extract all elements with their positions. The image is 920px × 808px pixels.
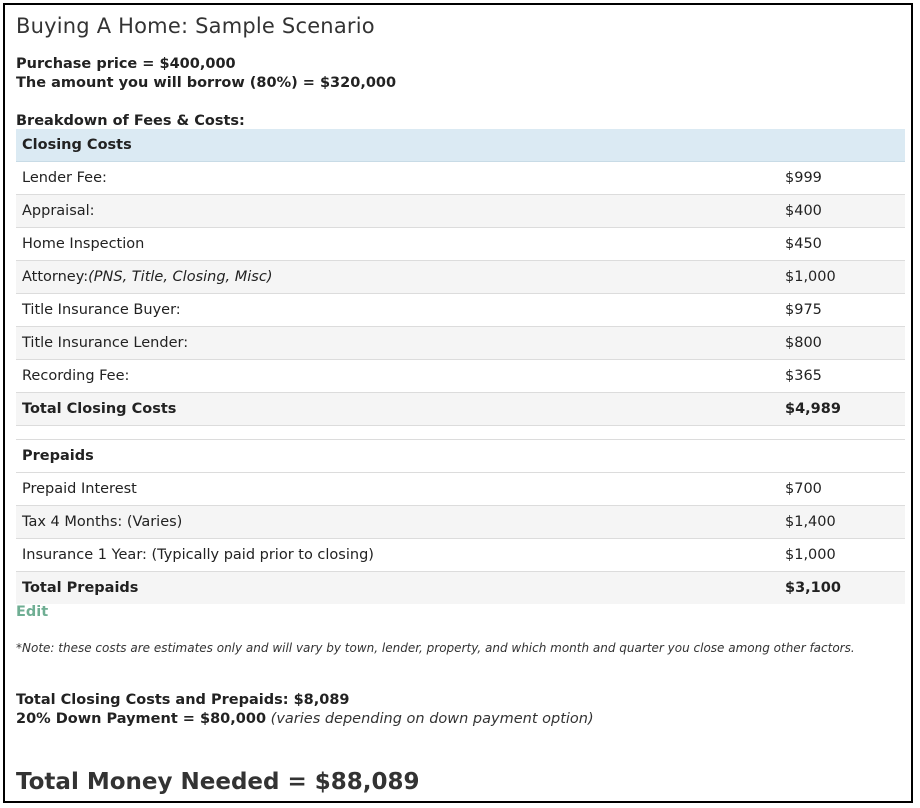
row-amount: $999 [779, 161, 905, 195]
row-amount: $1,000 [779, 260, 905, 294]
row-amount: $975 [779, 293, 905, 327]
row-amount: $700 [779, 472, 905, 506]
row-label: Insurance 1 Year: (Typically paid prior … [16, 538, 779, 572]
closing-costs-header: Closing Costs [16, 129, 905, 162]
total-label: Total Closing Costs [16, 392, 779, 426]
row-label: Attorney: [22, 269, 89, 285]
purchase-price-line: Purchase price = $400,000 [16, 56, 236, 72]
down-payment-note: (varies depending on down payment option… [270, 711, 594, 727]
table-row: Lender Fee: $999 [16, 161, 905, 195]
table-row: Home Inspection $450 [16, 227, 905, 261]
total-money-needed: Total Money Needed = $88,089 [16, 769, 420, 795]
table-row: Title Insurance Buyer: $975 [16, 293, 905, 327]
row-label-cell: Attorney:(PNS, Title, Closing, Misc) [16, 260, 779, 294]
row-amount: $400 [779, 194, 905, 228]
table-row: Insurance 1 Year: (Typically paid prior … [16, 538, 905, 572]
estimate-note: *Note: these costs are estimates only an… [16, 641, 855, 655]
down-payment-summary: 20% Down Payment = $80,000 (varies depen… [16, 711, 594, 727]
closing-prepaids-total: Total Closing Costs and Prepaids: $8,089 [16, 692, 350, 708]
row-amount: $1,000 [779, 538, 905, 572]
row-amount: $1,400 [779, 505, 905, 539]
row-label: Prepaid Interest [16, 472, 779, 506]
total-amount: $4,989 [779, 392, 905, 426]
row-label: Title Insurance Buyer: [16, 293, 779, 327]
total-amount: $3,100 [779, 571, 905, 604]
edit-link[interactable]: Edit [16, 604, 48, 620]
closing-costs-table: Closing Costs Lender Fee: $999 Appraisal… [16, 129, 905, 426]
prepaids-total-row: Total Prepaids $3,100 [16, 571, 905, 604]
row-label: Appraisal: [16, 194, 779, 228]
prepaids-header-row: Prepaids [16, 439, 905, 473]
table-row: Prepaid Interest $700 [16, 472, 905, 506]
prepaids-header: Prepaids [16, 439, 905, 473]
row-label-note: (PNS, Title, Closing, Misc) [88, 269, 273, 285]
closing-costs-total-row: Total Closing Costs $4,989 [16, 392, 905, 426]
prepaids-table: Prepaids Prepaid Interest $700 Tax 4 Mon… [16, 439, 905, 604]
row-amount: $450 [779, 227, 905, 261]
row-label: Lender Fee: [16, 161, 779, 195]
borrow-amount-line: The amount you will borrow (80%) = $320,… [16, 75, 397, 91]
row-label: Tax 4 Months: (Varies) [16, 505, 779, 539]
table-row: Tax 4 Months: (Varies) $1,400 [16, 505, 905, 539]
row-label: Recording Fee: [16, 359, 779, 393]
row-amount: $800 [779, 326, 905, 360]
table-row: Title Insurance Lender: $800 [16, 326, 905, 360]
closing-costs-header-row: Closing Costs [16, 129, 905, 162]
down-payment-amount: 20% Down Payment = $80,000 [16, 711, 267, 727]
total-label: Total Prepaids [16, 571, 779, 604]
table-row: Appraisal: $400 [16, 194, 905, 228]
page-title: Buying A Home: Sample Scenario [16, 14, 375, 38]
row-label: Home Inspection [16, 227, 779, 261]
breakdown-heading: Breakdown of Fees & Costs: [16, 113, 245, 129]
row-label: Title Insurance Lender: [16, 326, 779, 360]
table-row: Recording Fee: $365 [16, 359, 905, 393]
closing-prepaids-summary: Total Closing Costs and Prepaids: $8,089 [16, 692, 350, 708]
scenario-panel: Buying A Home: Sample Scenario Purchase … [3, 3, 913, 803]
row-amount: $365 [779, 359, 905, 393]
table-row: Attorney:(PNS, Title, Closing, Misc) $1,… [16, 260, 905, 294]
